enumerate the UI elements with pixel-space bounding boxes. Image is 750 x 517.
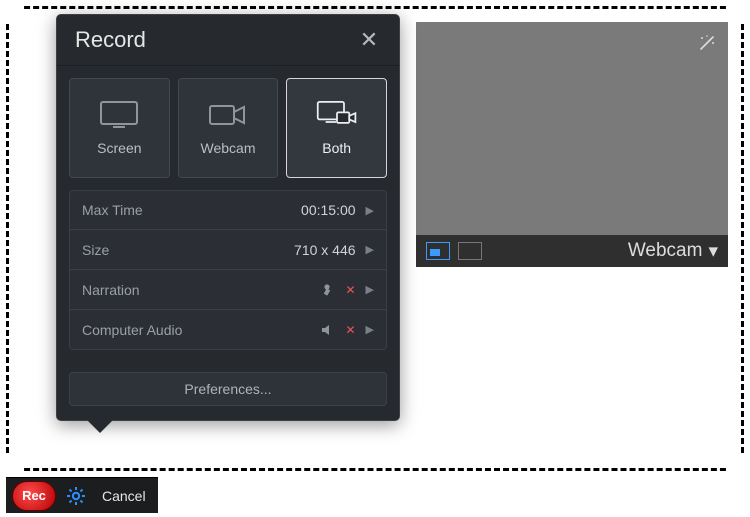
corner-handle[interactable]	[6, 453, 24, 471]
setting-max-time[interactable]: Max Time 00:15:00 ▶	[69, 190, 387, 230]
webcam-preview	[416, 22, 728, 235]
setting-narration[interactable]: Narration ✕ ▶	[69, 270, 387, 310]
camera-icon	[207, 100, 249, 130]
setting-label: Size	[82, 242, 294, 258]
setting-value: 00:15:00	[301, 202, 356, 218]
preferences-label: Preferences...	[184, 381, 271, 397]
webcam-panel: Webcam ▾	[416, 22, 728, 267]
popover-header: Record ✕	[57, 15, 399, 66]
setting-label: Max Time	[82, 202, 301, 218]
chevron-right-icon: ▶	[366, 323, 374, 336]
settings-gear-button[interactable]	[62, 486, 90, 506]
chevron-right-icon: ▶	[366, 243, 374, 256]
cancel-button[interactable]: Cancel	[96, 488, 152, 504]
cancel-label: Cancel	[102, 488, 146, 504]
layout-option-full[interactable]	[458, 242, 482, 260]
preferences-button[interactable]: Preferences...	[69, 372, 387, 406]
record-button-label: Rec	[22, 488, 46, 503]
mode-label: Screen	[97, 140, 141, 156]
bottom-toolbar: Rec Cancel	[6, 477, 158, 513]
disabled-x-icon: ✕	[345, 323, 355, 337]
settings-list: Max Time 00:15:00 ▶ Size 710 x 446 ▶ Nar…	[57, 190, 399, 362]
setting-size[interactable]: Size 710 x 446 ▶	[69, 230, 387, 270]
speaker-off-icon: ✕	[321, 323, 355, 337]
mode-label: Both	[322, 140, 351, 156]
setting-label: Computer Audio	[82, 322, 321, 338]
layout-option-pip[interactable]	[426, 242, 450, 260]
popover-pointer	[87, 420, 113, 433]
setting-computer-audio[interactable]: Computer Audio ✕ ▶	[69, 310, 387, 350]
disabled-x-icon: ✕	[345, 283, 355, 297]
chevron-down-icon: ▾	[708, 240, 718, 263]
mode-webcam[interactable]: Webcam	[178, 78, 279, 178]
record-popover: Record ✕ Screen Webcam Both Max Time 00:…	[56, 14, 400, 421]
corner-handle[interactable]	[726, 453, 744, 471]
webcam-source-dropdown[interactable]: Webcam ▾	[628, 240, 718, 263]
setting-label: Narration	[82, 282, 321, 298]
webcam-source-label: Webcam	[628, 240, 703, 262]
mode-screen[interactable]: Screen	[69, 78, 170, 178]
microphone-off-icon: ✕	[321, 282, 355, 298]
screen-and-camera-icon	[316, 100, 358, 130]
record-mode-row: Screen Webcam Both	[57, 66, 399, 190]
close-button[interactable]: ✕	[357, 27, 381, 53]
corner-handle[interactable]	[6, 6, 24, 24]
corner-handle[interactable]	[726, 6, 744, 24]
magic-wand-button[interactable]	[694, 30, 720, 56]
monitor-icon	[98, 100, 140, 130]
chevron-right-icon: ▶	[366, 204, 374, 217]
chevron-right-icon: ▶	[366, 283, 374, 296]
mode-label: Webcam	[201, 140, 256, 156]
setting-value: 710 x 446	[294, 242, 356, 258]
popover-title: Record	[75, 27, 146, 53]
mode-both[interactable]: Both	[286, 78, 387, 178]
record-button[interactable]: Rec	[12, 481, 56, 511]
webcam-toolbar: Webcam ▾	[416, 235, 728, 267]
